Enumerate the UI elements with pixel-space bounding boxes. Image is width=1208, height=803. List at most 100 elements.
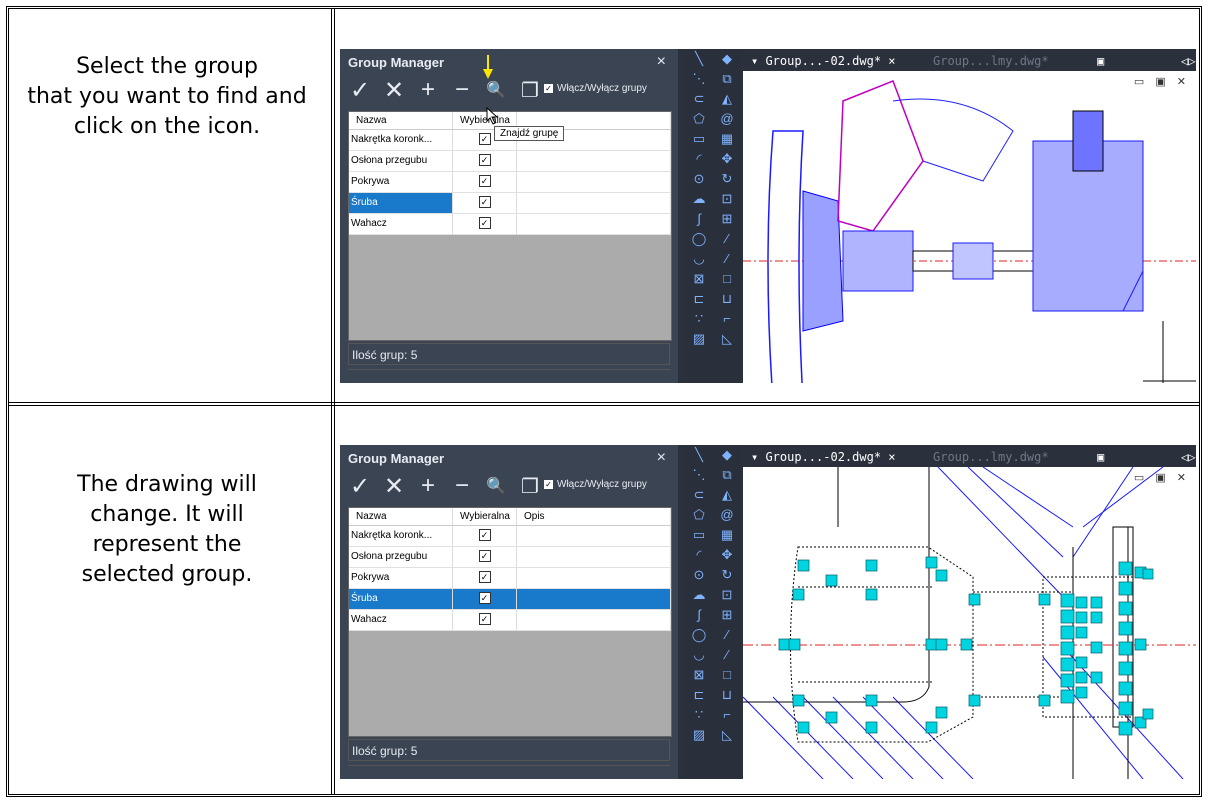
ellipse-tool-icon[interactable]: ◯ bbox=[685, 625, 713, 645]
close-icon[interactable]: × bbox=[657, 449, 666, 467]
break-tool-icon[interactable]: □ bbox=[713, 269, 741, 289]
checkbox-icon[interactable]: ✓ bbox=[478, 217, 491, 229]
window-controls[interactable]: ▭ ▣ ✕ bbox=[1134, 75, 1190, 88]
checkbox-icon[interactable]: ✓ bbox=[478, 592, 491, 604]
extend-tool-icon[interactable]: ⁄ bbox=[713, 645, 741, 665]
chamfer-tool-icon[interactable]: ⌐ bbox=[713, 705, 741, 725]
checkbox-icon[interactable]: ✓ bbox=[478, 571, 491, 583]
hatch-tool-icon[interactable]: ▨ bbox=[685, 725, 713, 745]
table-row[interactable]: Wahacz ✓ bbox=[349, 610, 671, 631]
accept-icon[interactable]: ✓ bbox=[348, 76, 372, 105]
revcloud-tool-icon[interactable]: ☁ bbox=[685, 585, 713, 605]
column-header-name[interactable]: Nazwa bbox=[349, 112, 453, 129]
copy-tool-icon[interactable]: ⧉ bbox=[713, 465, 741, 485]
ray-tool-icon[interactable]: ⋱ bbox=[685, 69, 713, 89]
toggle-groups[interactable]: ✓ Włącz/Wyłącz grupy bbox=[544, 479, 647, 490]
table-row[interactable]: Osłona przegubu ✓ bbox=[349, 547, 671, 568]
spline-tool-icon[interactable]: ∫ bbox=[685, 209, 713, 229]
revcloud-tool-icon[interactable]: ☁ bbox=[685, 189, 713, 209]
new-tab-icon[interactable]: ▣ bbox=[1093, 51, 1104, 71]
hatch-tool-icon[interactable]: ▨ bbox=[685, 329, 713, 349]
tab-other-drawing[interactable]: Group...lmy.dwg* bbox=[929, 447, 1049, 467]
tab-other-drawing[interactable]: Group...lmy.dwg* bbox=[929, 51, 1049, 71]
trim-tool-icon[interactable]: ⁄ bbox=[713, 625, 741, 645]
point-tool-icon[interactable]: ∵ bbox=[685, 309, 713, 329]
table-row-selected[interactable]: Śruba ✓ bbox=[349, 589, 671, 610]
tab-active-drawing[interactable]: ▾ Group...-02.dwg* × bbox=[747, 447, 896, 467]
tab-scroll-icon[interactable]: ◁▷ bbox=[1177, 51, 1195, 71]
rotate-tool-icon[interactable]: ↻ bbox=[713, 169, 741, 189]
new-tab-icon[interactable]: ▣ bbox=[1093, 447, 1104, 467]
join-tool-icon[interactable]: ⊔ bbox=[713, 289, 741, 309]
offset-tool-icon[interactable]: @ bbox=[713, 109, 741, 129]
accept-icon[interactable]: ✓ bbox=[348, 472, 372, 501]
fillet-tool-icon[interactable]: ◺ bbox=[713, 725, 741, 745]
column-header-name[interactable]: Nazwa bbox=[349, 508, 453, 525]
make-block-tool-icon[interactable]: ⊏ bbox=[685, 289, 713, 309]
polygon-tool-icon[interactable]: ⬠ bbox=[685, 505, 713, 525]
tab-scroll-icon[interactable]: ◁▷ bbox=[1177, 447, 1195, 467]
remove-from-group-icon[interactable]: − bbox=[450, 76, 474, 104]
find-group-icon[interactable]: 🔍 bbox=[484, 476, 508, 496]
table-row-selected[interactable]: Śruba ✓ bbox=[349, 193, 671, 214]
polyline-tool-icon[interactable]: ⊂ bbox=[685, 485, 713, 505]
polyline-tool-icon[interactable]: ⊂ bbox=[685, 89, 713, 109]
ellipse-tool-icon[interactable]: ◯ bbox=[685, 229, 713, 249]
ellipse-arc-tool-icon[interactable]: ◡ bbox=[685, 249, 713, 269]
fillet-tool-icon[interactable]: ◺ bbox=[713, 329, 741, 349]
join-tool-icon[interactable]: ⊔ bbox=[713, 685, 741, 705]
mirror-tool-icon[interactable]: ◭ bbox=[713, 89, 741, 109]
remove-from-group-icon[interactable]: − bbox=[450, 472, 474, 500]
break-tool-icon[interactable]: □ bbox=[713, 665, 741, 685]
copy-tool-icon[interactable]: ⧉ bbox=[713, 69, 741, 89]
array-tool-icon[interactable]: ▦ bbox=[713, 129, 741, 149]
insert-block-tool-icon[interactable]: ⊠ bbox=[685, 269, 713, 289]
copy-icon[interactable]: ❐ bbox=[518, 474, 542, 499]
toggle-groups[interactable]: ✓ Włącz/Wyłącz grupy bbox=[544, 83, 647, 94]
drawing-canvas[interactable]: ▭ ▣ ✕ bbox=[743, 467, 1196, 779]
checkbox-icon[interactable]: ✓ bbox=[478, 196, 491, 208]
circle-tool-icon[interactable]: ⊙ bbox=[685, 565, 713, 585]
insert-block-tool-icon[interactable]: ⊠ bbox=[685, 665, 713, 685]
line-tool-icon[interactable]: ╲ bbox=[685, 445, 713, 465]
array-tool-icon[interactable]: ▦ bbox=[713, 525, 741, 545]
stretch-tool-icon[interactable]: ⊞ bbox=[713, 209, 741, 229]
table-row[interactable]: Wahacz ✓ bbox=[349, 214, 671, 235]
ellipse-arc-tool-icon[interactable]: ◡ bbox=[685, 645, 713, 665]
erase-tool-icon[interactable]: ◆ bbox=[713, 49, 741, 69]
drawing-canvas[interactable]: ▭ ▣ ✕ bbox=[743, 71, 1196, 383]
rectangle-tool-icon[interactable]: ▭ bbox=[685, 525, 713, 545]
spline-tool-icon[interactable]: ∫ bbox=[685, 605, 713, 625]
checkbox-icon[interactable]: ✓ bbox=[544, 84, 553, 93]
arc-tool-icon[interactable]: ◜ bbox=[685, 149, 713, 169]
circle-tool-icon[interactable]: ⊙ bbox=[685, 169, 713, 189]
offset-tool-icon[interactable]: @ bbox=[713, 505, 741, 525]
column-header-selectable[interactable]: Wybieralna bbox=[453, 508, 517, 525]
window-controls[interactable]: ▭ ▣ ✕ bbox=[1134, 471, 1190, 484]
checkbox-icon[interactable]: ✓ bbox=[478, 550, 491, 562]
ray-tool-icon[interactable]: ⋱ bbox=[685, 465, 713, 485]
point-tool-icon[interactable]: ∵ bbox=[685, 705, 713, 725]
table-row[interactable]: Pokrywa ✓ bbox=[349, 172, 671, 193]
close-icon[interactable]: × bbox=[657, 53, 666, 71]
checkbox-icon[interactable]: ✓ bbox=[544, 480, 553, 489]
find-group-icon[interactable]: 🔍 bbox=[484, 80, 508, 100]
add-group-icon[interactable]: + bbox=[416, 76, 440, 104]
table-row[interactable]: Nakrętka koronk... ✓ bbox=[349, 526, 671, 547]
table-row[interactable]: Osłona przegubu ✓ bbox=[349, 151, 671, 172]
tab-active-drawing[interactable]: ▾ Group...-02.dwg* × bbox=[747, 51, 896, 71]
stretch-tool-icon[interactable]: ⊞ bbox=[713, 605, 741, 625]
arc-tool-icon[interactable]: ◜ bbox=[685, 545, 713, 565]
scale-tool-icon[interactable]: ⊡ bbox=[713, 189, 741, 209]
move-tool-icon[interactable]: ✥ bbox=[713, 545, 741, 565]
column-header-description[interactable]: Opis bbox=[517, 508, 671, 525]
tab-close-icon[interactable]: × bbox=[888, 450, 895, 464]
mirror-tool-icon[interactable]: ◭ bbox=[713, 485, 741, 505]
scale-tool-icon[interactable]: ⊡ bbox=[713, 585, 741, 605]
delete-group-icon[interactable]: ✕ bbox=[382, 76, 406, 105]
add-group-icon[interactable]: + bbox=[416, 472, 440, 500]
line-tool-icon[interactable]: ╲ bbox=[685, 49, 713, 69]
checkbox-icon[interactable]: ✓ bbox=[478, 133, 491, 145]
checkbox-icon[interactable]: ✓ bbox=[478, 613, 491, 625]
checkbox-icon[interactable]: ✓ bbox=[478, 175, 491, 187]
